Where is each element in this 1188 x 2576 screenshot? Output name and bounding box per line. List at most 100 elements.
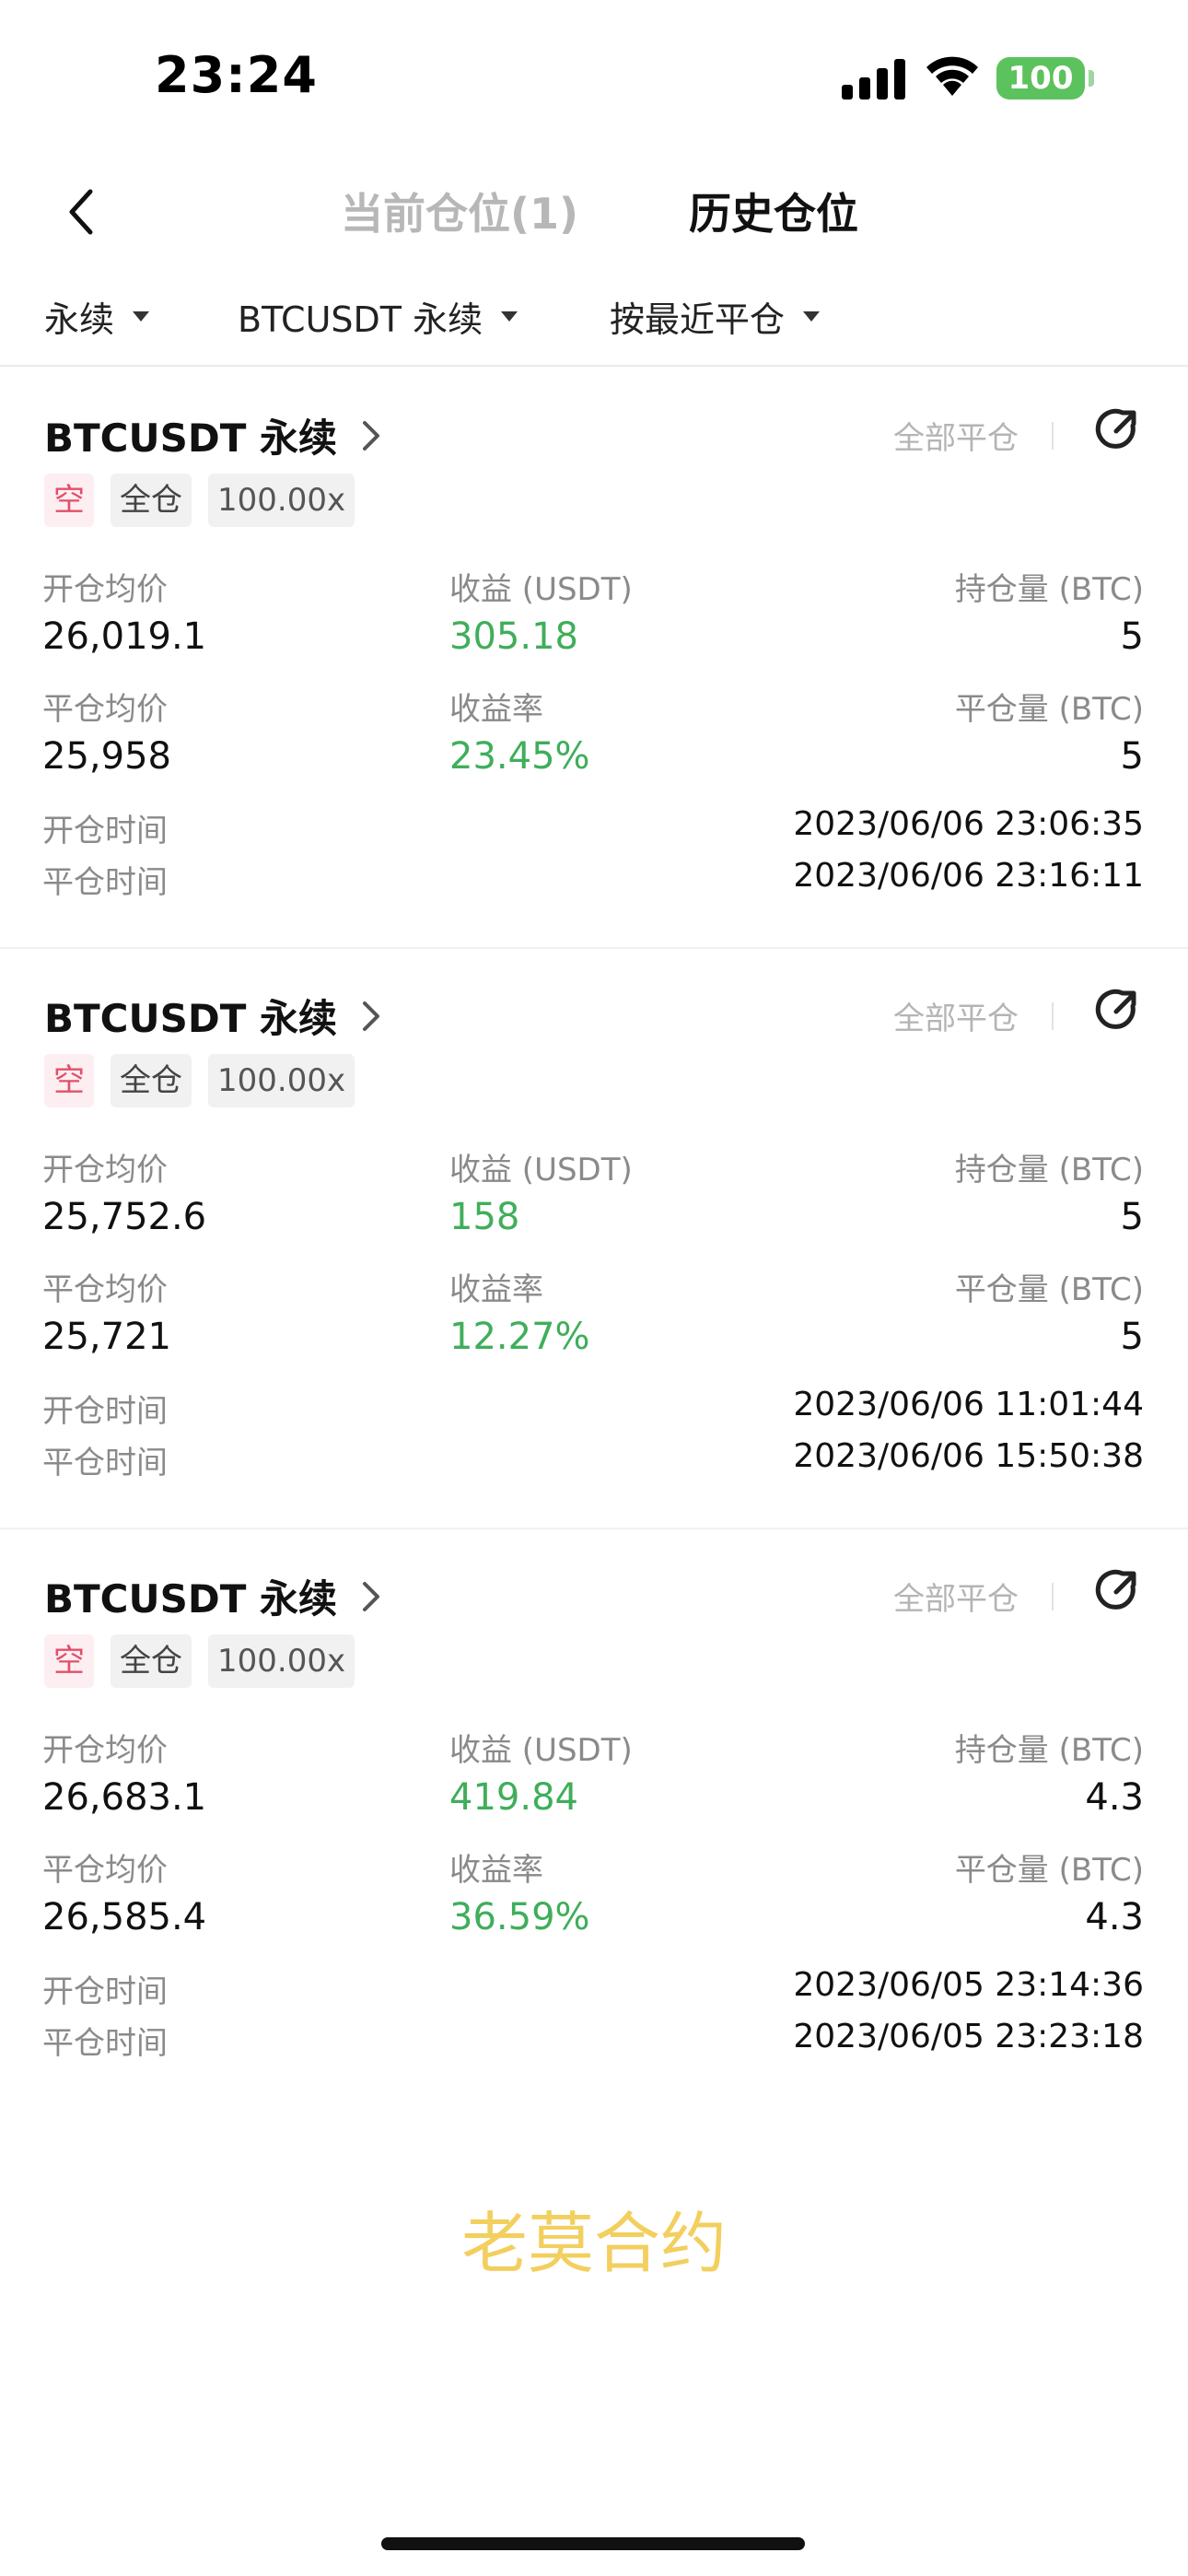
close-qty-value: 5 — [1120, 735, 1144, 778]
leverage-badge: 100.00x — [208, 1634, 355, 1688]
hold-qty-label: 持仓量 (BTC) — [954, 571, 1144, 608]
pnl-rate-label: 收益率 — [449, 1852, 543, 1889]
open-avg-label: 开仓均价 — [42, 1152, 168, 1188]
filter-sort[interactable]: 按最近平仓 — [610, 291, 821, 342]
filter-label: 按最近平仓 — [610, 299, 786, 340]
close-all-button[interactable]: 全部平仓 — [893, 993, 1019, 1038]
position-symbol: BTCUSDT 永续 — [44, 416, 337, 461]
pnl-value: 305.18 — [449, 615, 578, 658]
position-tags: 空 全仓 100.00x — [44, 1054, 371, 1107]
pnl-rate-label: 收益率 — [449, 1271, 543, 1308]
home-indicator[interactable] — [381, 2537, 805, 2550]
chevron-left-icon — [69, 189, 93, 235]
close-avg-value: 25,958 — [42, 735, 171, 778]
pnl-value: 419.84 — [449, 1776, 578, 1819]
open-avg-label: 开仓均价 — [42, 571, 168, 608]
position-tags: 空 全仓 100.00x — [44, 1634, 371, 1688]
close-all-button[interactable]: 全部平仓 — [893, 413, 1019, 458]
filter-row: 永续 BTCUSDT 永续 按最近平仓 — [0, 276, 1188, 367]
pnl-label: 收益 (USDT) — [449, 1732, 633, 1769]
battery-indicator: 100 — [996, 57, 1085, 100]
close-avg-value: 25,721 — [42, 1316, 171, 1358]
position-symbol-link[interactable]: BTCUSDT 永续 — [44, 407, 381, 463]
back-button[interactable] — [55, 177, 107, 247]
position-symbol-link[interactable]: BTCUSDT 永续 — [44, 1568, 381, 1624]
chevron-right-icon — [362, 420, 379, 451]
open-time-value: 2023/06/06 11:01:44 — [793, 1386, 1144, 1423]
share-icon[interactable] — [1092, 986, 1140, 1034]
open-time-label: 开仓时间 — [42, 1393, 168, 1430]
caret-down-icon — [133, 311, 150, 322]
open-avg-value: 25,752.6 — [42, 1196, 207, 1238]
caret-down-icon — [501, 311, 518, 322]
position-tags: 空 全仓 100.00x — [44, 474, 371, 527]
open-avg-label: 开仓均价 — [42, 1732, 168, 1769]
pnl-label: 收益 (USDT) — [449, 571, 633, 608]
close-avg-label: 平仓均价 — [42, 1271, 168, 1308]
share-icon[interactable] — [1092, 405, 1140, 453]
open-time-value: 2023/06/06 23:06:35 — [793, 805, 1144, 843]
margin-mode-badge: 全仓 — [111, 1634, 192, 1688]
hold-qty-value: 4.3 — [1085, 1776, 1144, 1819]
open-avg-value: 26,019.1 — [42, 615, 207, 658]
position-symbol-link[interactable]: BTCUSDT 永续 — [44, 988, 381, 1044]
close-avg-label: 平仓均价 — [42, 691, 168, 728]
margin-mode-badge: 全仓 — [111, 1054, 192, 1107]
close-all-button[interactable]: 全部平仓 — [893, 1574, 1019, 1619]
tab-current-positions[interactable]: 当前仓位(1) — [341, 181, 578, 241]
position-card: BTCUSDT 永续 全部平仓 空 全仓 100.00x 开仓均价 25,752… — [0, 947, 1188, 1529]
close-qty-value: 5 — [1120, 1316, 1144, 1358]
close-qty-label: 平仓量 (BTC) — [954, 1852, 1144, 1889]
close-qty-value: 4.3 — [1085, 1896, 1144, 1938]
close-time-value: 2023/06/05 23:23:18 — [793, 2018, 1144, 2055]
open-time-label: 开仓时间 — [42, 813, 168, 849]
filter-label: 永续 — [44, 299, 115, 340]
cellular-signal-icon — [842, 59, 905, 100]
share-icon[interactable] — [1092, 1566, 1140, 1614]
pnl-rate-value: 36.59% — [449, 1896, 590, 1938]
close-avg-value: 26,585.4 — [42, 1896, 207, 1938]
divider — [1052, 422, 1054, 450]
open-time-value: 2023/06/05 23:14:36 — [793, 1966, 1144, 2004]
position-card: BTCUSDT 永续 全部平仓 空 全仓 100.00x 开仓均价 26,683… — [0, 1528, 1188, 2108]
filter-symbol[interactable]: BTCUSDT 永续 — [238, 291, 518, 342]
close-time-value: 2023/06/06 15:50:38 — [793, 1437, 1144, 1475]
pnl-value: 158 — [449, 1196, 520, 1238]
watermark-text: 老莫合约 — [460, 2205, 727, 2282]
pnl-rate-label: 收益率 — [449, 691, 543, 728]
divider — [1052, 1002, 1054, 1030]
battery-tip — [1089, 70, 1094, 87]
leverage-badge: 100.00x — [208, 474, 355, 527]
close-time-value: 2023/06/06 23:16:11 — [793, 857, 1144, 895]
tab-history-positions[interactable]: 历史仓位 — [689, 181, 858, 241]
status-time: 23:24 — [155, 46, 318, 104]
pnl-label: 收益 (USDT) — [449, 1152, 633, 1188]
open-avg-value: 26,683.1 — [42, 1776, 207, 1819]
close-qty-label: 平仓量 (BTC) — [954, 1271, 1144, 1308]
hold-qty-label: 持仓量 (BTC) — [954, 1732, 1144, 1769]
open-time-label: 开仓时间 — [42, 1973, 168, 2010]
pnl-rate-value: 12.27% — [449, 1316, 590, 1358]
position-card: BTCUSDT 永续 全部平仓 空 全仓 100.00x 开仓均价 26,019… — [0, 367, 1188, 949]
close-avg-label: 平仓均价 — [42, 1852, 168, 1889]
divider — [1052, 1583, 1054, 1610]
close-qty-label: 平仓量 (BTC) — [954, 691, 1144, 728]
filter-label: BTCUSDT 永续 — [238, 299, 483, 340]
position-symbol: BTCUSDT 永续 — [44, 996, 337, 1041]
side-badge: 空 — [44, 1634, 94, 1688]
side-badge: 空 — [44, 1054, 94, 1107]
hold-qty-label: 持仓量 (BTC) — [954, 1152, 1144, 1188]
leverage-badge: 100.00x — [208, 1054, 355, 1107]
position-symbol: BTCUSDT 永续 — [44, 1576, 337, 1622]
chevron-right-icon — [362, 1001, 379, 1031]
close-time-label: 平仓时间 — [42, 1445, 168, 1481]
filter-contract-type[interactable]: 永续 — [44, 291, 150, 342]
caret-down-icon — [803, 311, 821, 322]
margin-mode-badge: 全仓 — [111, 474, 192, 527]
chevron-right-icon — [362, 1581, 379, 1611]
pnl-rate-value: 23.45% — [449, 735, 590, 778]
close-time-label: 平仓时间 — [42, 864, 168, 901]
wifi-icon — [926, 56, 978, 96]
status-bar: 23:24 100 — [0, 0, 1188, 157]
hold-qty-value: 5 — [1120, 615, 1144, 658]
